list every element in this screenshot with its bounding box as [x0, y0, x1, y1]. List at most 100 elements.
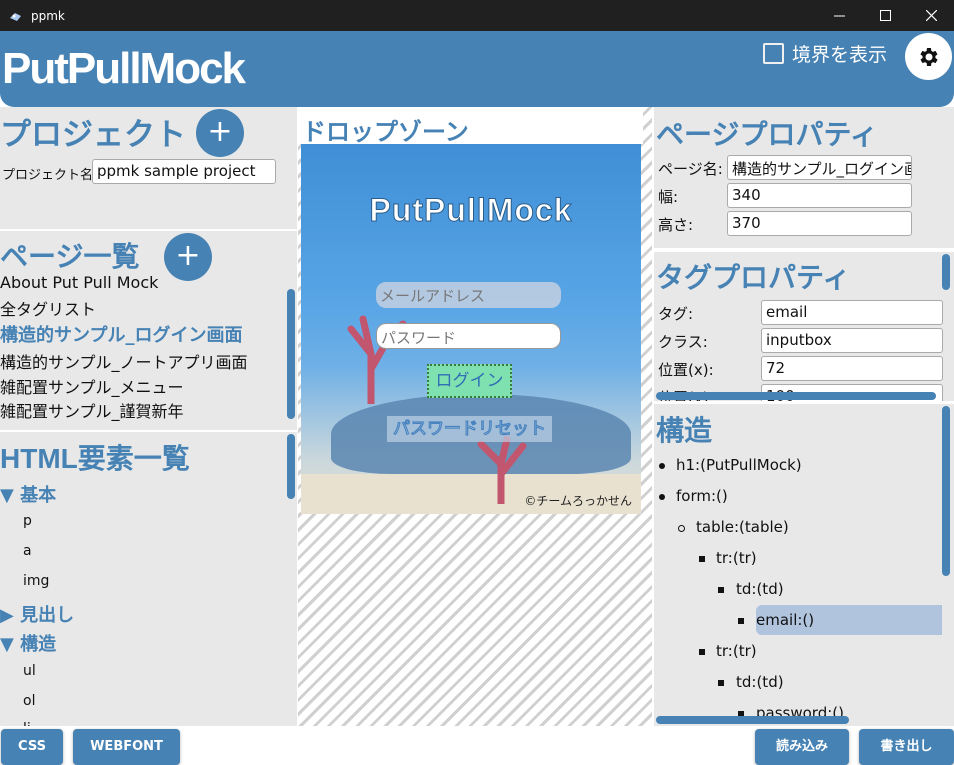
page-list-panel: ページ一覧 + About Put Pull Mock 全タグリスト 構造的サン… — [0, 231, 297, 430]
page-name-label: ページ名: — [658, 160, 723, 178]
app-icon — [10, 12, 21, 21]
category-structure[interactable]: ▼ 構造 — [0, 630, 56, 656]
circle-bullet-icon — [678, 525, 685, 532]
page-properties-title: ページプロパティ — [656, 119, 878, 150]
webfont-button[interactable]: WEBFONT — [73, 729, 180, 765]
tree-node[interactable]: form:() — [676, 487, 728, 505]
position-x-label: 位置(x): — [658, 361, 714, 379]
element-item[interactable]: ul — [23, 663, 36, 679]
border-toggle[interactable]: 境界を表示 — [763, 40, 887, 67]
disc-bullet-icon — [659, 494, 665, 500]
structure-hscrollbar[interactable] — [656, 716, 849, 724]
tree-node-selected[interactable]: email:() — [756, 611, 814, 629]
square-bullet-icon — [699, 556, 705, 562]
drop-zone-title-bar: ドロップゾーン — [298, 107, 643, 146]
mock-email-input[interactable]: メールアドレス — [376, 282, 561, 308]
position-x-input[interactable]: 72 — [761, 356, 943, 381]
page-height-input[interactable]: 370 — [727, 211, 912, 236]
page-list-item-active[interactable]: 構造的サンプル_ログイン画面 — [0, 321, 242, 347]
load-button[interactable]: 読み込み — [755, 729, 849, 765]
page-list-item[interactable]: 構造的サンプル_ノートアプリ画面 — [0, 349, 248, 373]
add-project-button[interactable]: + — [196, 109, 244, 157]
page-list-item[interactable]: 全タグリスト — [0, 296, 96, 320]
page-list-scrollbar[interactable] — [287, 289, 295, 419]
square-bullet-icon — [718, 680, 724, 686]
html-elements-title: HTML要素一覧 — [0, 443, 190, 474]
square-bullet-icon — [699, 649, 705, 655]
mock-logo[interactable]: PutPullMock — [301, 192, 641, 229]
expanded-triangle-icon: ▼ — [0, 485, 21, 506]
border-toggle-checkbox[interactable] — [763, 43, 784, 64]
tree-node[interactable]: td:(td) — [736, 580, 784, 598]
element-item[interactable]: img — [23, 573, 49, 589]
tree-node[interactable]: tr:(tr) — [716, 549, 757, 567]
category-label: 基本 — [20, 485, 57, 506]
tree-node[interactable]: table:(table) — [696, 518, 789, 536]
page-name-input[interactable]: 構造的サンプル_ログイン画面 — [727, 155, 912, 180]
tree-node[interactable]: tr:(tr) — [716, 642, 757, 660]
elements-scrollbar[interactable] — [287, 434, 295, 499]
mock-password-input[interactable]: パスワード — [376, 323, 561, 349]
window-titlebar: ppmk — [0, 0, 954, 31]
tree-node[interactable]: h1:(PutPullMock) — [676, 456, 802, 474]
app-logo: PutPullMock — [2, 44, 246, 93]
border-toggle-label: 境界を表示 — [792, 44, 888, 66]
tag-properties-title: タグプロパティ — [656, 262, 851, 293]
mock-page-canvas[interactable]: PutPullMock メールアドレス パスワード ログイン パスワードリセット… — [301, 144, 641, 514]
class-label: クラス: — [658, 333, 708, 351]
mock-password-reset-link[interactable]: パスワードリセット — [387, 416, 552, 442]
class-input[interactable]: inputbox — [761, 328, 943, 353]
square-bullet-icon — [738, 618, 744, 624]
minimize-icon — [833, 15, 845, 17]
css-button[interactable]: CSS — [1, 729, 63, 765]
project-title: プロジェクト — [0, 117, 186, 152]
category-basic[interactable]: ▼ 基本 — [0, 481, 56, 507]
close-icon — [925, 10, 937, 21]
element-item[interactable]: p — [23, 513, 32, 529]
app-header: PutPullMock 境界を表示 — [0, 31, 954, 107]
structure-panel: 構造 h1:(PutPullMock) form:() table:(table… — [654, 404, 954, 726]
maximize-icon — [879, 10, 891, 21]
html-elements-panel: HTML要素一覧 ▼ 基本 p a img ▶ 見出し ▼ 構造 ul ol l… — [0, 432, 297, 726]
category-headings[interactable]: ▶ 見出し — [0, 601, 74, 627]
project-panel: プロジェクト + プロジェクト名: ppmk sample project — [0, 107, 297, 229]
page-list-item[interactable]: 雑配置サンプル_メニュー — [0, 374, 184, 398]
structure-title: 構造 — [656, 415, 713, 446]
page-height-label: 高さ: — [658, 216, 694, 234]
element-item[interactable]: li — [23, 721, 31, 726]
category-label: 構造 — [20, 634, 57, 655]
page-list-title: ページ一覧 — [0, 241, 140, 272]
gear-icon — [919, 47, 938, 66]
project-name-input[interactable]: ppmk sample project — [92, 159, 276, 184]
page-properties-panel: ページプロパティ ページ名: 構造的サンプル_ログイン画面 幅: 340 高さ:… — [654, 107, 954, 248]
mock-login-button[interactable]: ログイン — [427, 364, 512, 398]
page-width-input[interactable]: 340 — [727, 183, 912, 208]
disc-bullet-icon — [659, 463, 665, 469]
minimize-button[interactable] — [816, 0, 862, 31]
maximize-button[interactable] — [862, 0, 908, 31]
element-item[interactable]: ol — [23, 693, 35, 709]
square-bullet-icon — [718, 587, 724, 593]
category-label: 見出し — [20, 605, 75, 626]
drop-zone-title: ドロップゾーン — [302, 119, 469, 146]
tag-label: タグ: — [658, 305, 694, 323]
page-width-label: 幅: — [658, 188, 679, 206]
tag-properties-vscrollbar[interactable] — [942, 254, 950, 290]
structure-vscrollbar[interactable] — [942, 406, 950, 576]
tree-node[interactable]: td:(td) — [736, 673, 784, 691]
page-list-item[interactable]: 雑配置サンプル_謹賀新年 — [0, 398, 184, 422]
tag-properties-panel: タグプロパティ タグ: email クラス: inputbox 位置(x): 7… — [654, 252, 954, 401]
expanded-triangle-icon: ▼ — [0, 634, 21, 655]
page-list-item[interactable]: About Put Pull Mock — [0, 273, 158, 292]
element-item[interactable]: a — [23, 543, 32, 559]
export-button[interactable]: 書き出し — [859, 729, 954, 765]
project-name-label: プロジェクト名: — [2, 168, 98, 183]
window-title: ppmk — [31, 8, 65, 23]
tag-input[interactable]: email — [761, 300, 943, 325]
add-page-button[interactable]: + — [164, 233, 212, 281]
close-button[interactable] — [908, 0, 954, 31]
collapsed-triangle-icon: ▶ — [0, 605, 21, 626]
tag-properties-hscrollbar[interactable] — [656, 392, 936, 400]
drop-zone[interactable]: ドロップゾーン PutPullMock メールアドレス パスワード ログイン パ… — [298, 107, 652, 726]
settings-button[interactable] — [905, 33, 952, 80]
